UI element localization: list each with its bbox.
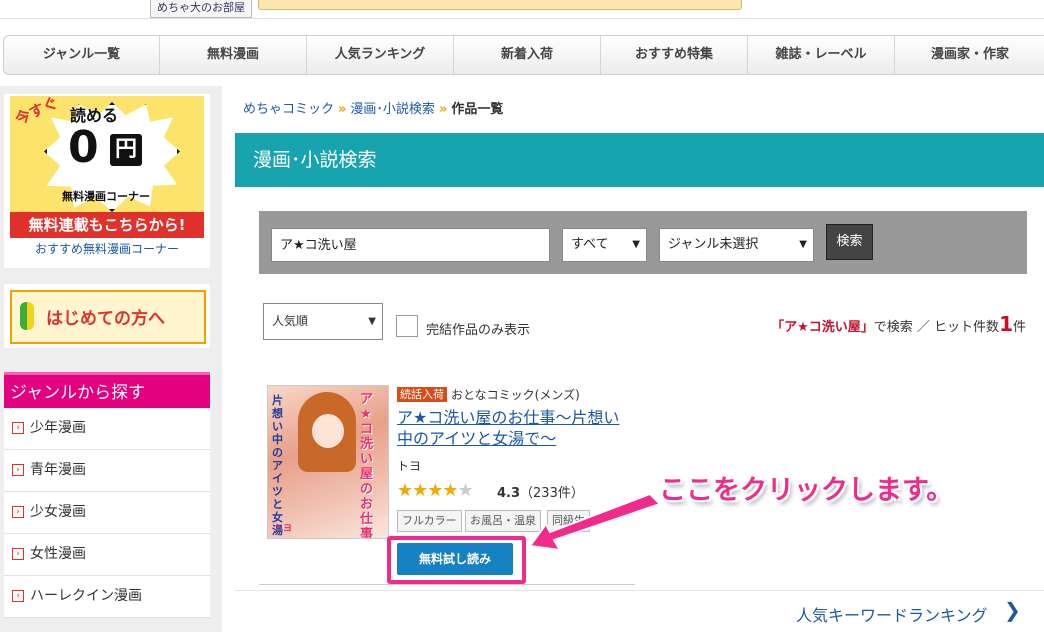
top-search-bar[interactable] [258, 0, 742, 10]
rating-stars: ★★★★★ [397, 480, 474, 501]
completed-only-label[interactable]: 完結作品のみ表示 [426, 319, 530, 338]
first-time-label: はじめての方へ [46, 309, 165, 329]
arrow-right-icon: › [12, 548, 24, 560]
breadcrumb-current: 作品一覧 [451, 102, 504, 117]
genre-label: ハーレクイン漫画 [30, 588, 142, 604]
item-category: おとなコミック(メンズ) [451, 388, 580, 402]
breadcrumb-search[interactable]: 漫画･小説検索 [350, 102, 435, 117]
genre-label: 女性漫画 [30, 546, 86, 562]
cover-subtitle: 片想い中のアイツと女湯で [272, 394, 283, 538]
result-text: で検索 ／ ヒット件数 [873, 320, 1000, 335]
site-tag[interactable]: めちゃ大のお部屋 [150, 0, 252, 18]
keyword-ranking-link[interactable]: 人気キーワードランキング [796, 602, 988, 626]
caret-down-icon: ▼ [632, 239, 640, 250]
banner-yen: 円 [110, 134, 142, 166]
first-time-banner[interactable]: はじめての方へ [4, 284, 210, 348]
nav-free-manga[interactable]: 無料漫画 [160, 36, 307, 74]
cover-author: トヨ [274, 524, 293, 534]
tag-full-color[interactable]: フルカラー [397, 510, 462, 532]
item-divider [259, 584, 635, 585]
result-unit: 件 [1012, 320, 1026, 335]
star-icons: ★★★★ [397, 480, 459, 501]
genre-label: 青年漫画 [30, 462, 86, 478]
cover-art-face [312, 414, 344, 448]
genre-item-shojo[interactable]: › 少女漫画 [4, 492, 210, 534]
nav-ranking[interactable]: 人気ランキング [307, 36, 454, 74]
banner-imasugu: 今すぐ [12, 96, 61, 129]
beginner-leaf-icon [20, 302, 34, 330]
nav-new-arrivals[interactable]: 新着入荷 [454, 36, 601, 74]
genre-item-josei[interactable]: › 女性漫画 [4, 534, 210, 576]
top-strip: めちゃ大のお部屋 [0, 0, 1044, 19]
search-button[interactable]: 検索 [826, 224, 873, 260]
search-input[interactable]: ア★コ洗い屋 [271, 228, 550, 262]
book-cover[interactable]: ア★コ洗い屋のお仕事 片想い中のアイツと女湯で トヨ [267, 385, 389, 539]
page-title: 漫画･小説検索 [235, 133, 1044, 187]
genre-select-value: ジャンル未選択 [668, 237, 759, 252]
cover-title: ア★コ洗い屋のお仕事 [360, 392, 374, 539]
nav-magazine-label[interactable]: 雑誌・レーベル [748, 36, 895, 74]
genre-label: 少年漫画 [30, 420, 86, 436]
completed-only-checkbox[interactable] [396, 315, 418, 337]
annotation-text: ここをクリックします。 [659, 475, 954, 506]
sort-select-value: 人気順 [272, 314, 309, 328]
item-author[interactable]: トヨ [397, 457, 421, 474]
arrow-right-icon: › [12, 590, 24, 602]
banner-zero: 0 [68, 122, 99, 173]
genre-item-seinen[interactable]: › 青年漫画 [4, 450, 210, 492]
genre-select[interactable]: ジャンル未選択 ▼ [659, 228, 814, 262]
type-select[interactable]: すべて ▼ [562, 228, 647, 262]
rating-score: 4.3 [497, 486, 521, 501]
genre-item-harlequin[interactable]: › ハーレクイン漫画 [4, 576, 210, 618]
free-manga-banner-art[interactable]: 今すぐ 読める 0 円 無料漫画コーナー 無料連載もこちらから! [10, 96, 204, 238]
arrow-right-icon: › [12, 506, 24, 518]
breadcrumb-sep: » [338, 102, 347, 117]
banner-corner-label: 無料漫画コーナー [62, 190, 150, 203]
divider [235, 590, 1044, 591]
new-episode-badge: 続話入荷 [397, 387, 447, 402]
free-manga-banner[interactable]: 今すぐ 読める 0 円 無料漫画コーナー 無料連載もこちらから! おすすめ無料漫… [4, 94, 210, 268]
result-query: 「ア★コ洗い屋」 [771, 320, 874, 335]
first-time-box[interactable]: はじめての方へ [10, 290, 206, 344]
sort-select[interactable]: 人気順 ▼ [263, 303, 383, 340]
result-summary: 「ア★コ洗い屋」で検索 ／ ヒット件数1件 [771, 312, 1026, 336]
breadcrumb-sep: » [438, 102, 448, 117]
nav-genre-list[interactable]: ジャンル一覧 [4, 36, 160, 74]
breadcrumb: めちゃコミック» 漫画･小説検索» 作品一覧 [243, 98, 503, 117]
highlight-box [387, 536, 526, 584]
arrow-right-icon: › [12, 464, 24, 476]
genre-label: 少女漫画 [30, 504, 86, 520]
genre-header: ジャンルから探す [4, 372, 210, 408]
nav-artist[interactable]: 漫画家・作家 [895, 36, 1044, 74]
nav-recommended[interactable]: おすすめ特集 [601, 36, 748, 74]
genre-list: › 少年漫画 › 青年漫画 › 少女漫画 › 女性漫画 › ハーレクイン漫画 [4, 408, 210, 618]
type-select-value: すべて [571, 237, 609, 252]
sidebar: 今すぐ 読める 0 円 無料漫画コーナー 無料連載もこちらから! おすすめ無料漫… [0, 86, 222, 632]
search-panel: ア★コ洗い屋 すべて ▼ ジャンル未選択 ▼ 検索 [259, 211, 1027, 274]
caret-down-icon: ▼ [368, 316, 376, 327]
half-star-icon: ★ [457, 480, 474, 501]
banner-red-band: 無料連載もこちらから! [10, 212, 204, 238]
arrow-right-icon: › [12, 422, 24, 434]
result-count: 1 [999, 312, 1013, 336]
chevron-right-icon[interactable]: ❯ [1004, 598, 1021, 622]
annotation-arrow-icon [528, 492, 662, 552]
free-manga-link[interactable]: おすすめ無料漫画コーナー [4, 240, 210, 257]
global-nav: ジャンル一覧 無料漫画 人気ランキング 新着入荷 おすすめ特集 雑誌・レーベル … [3, 35, 1044, 75]
caret-down-icon: ▼ [799, 239, 807, 250]
genre-item-shonen[interactable]: › 少年漫画 [4, 408, 210, 450]
item-title-link[interactable]: ア★コ洗い屋のお仕事～片想い中のアイツと女湯で～ [397, 407, 633, 449]
breadcrumb-home[interactable]: めちゃコミック [243, 102, 334, 117]
